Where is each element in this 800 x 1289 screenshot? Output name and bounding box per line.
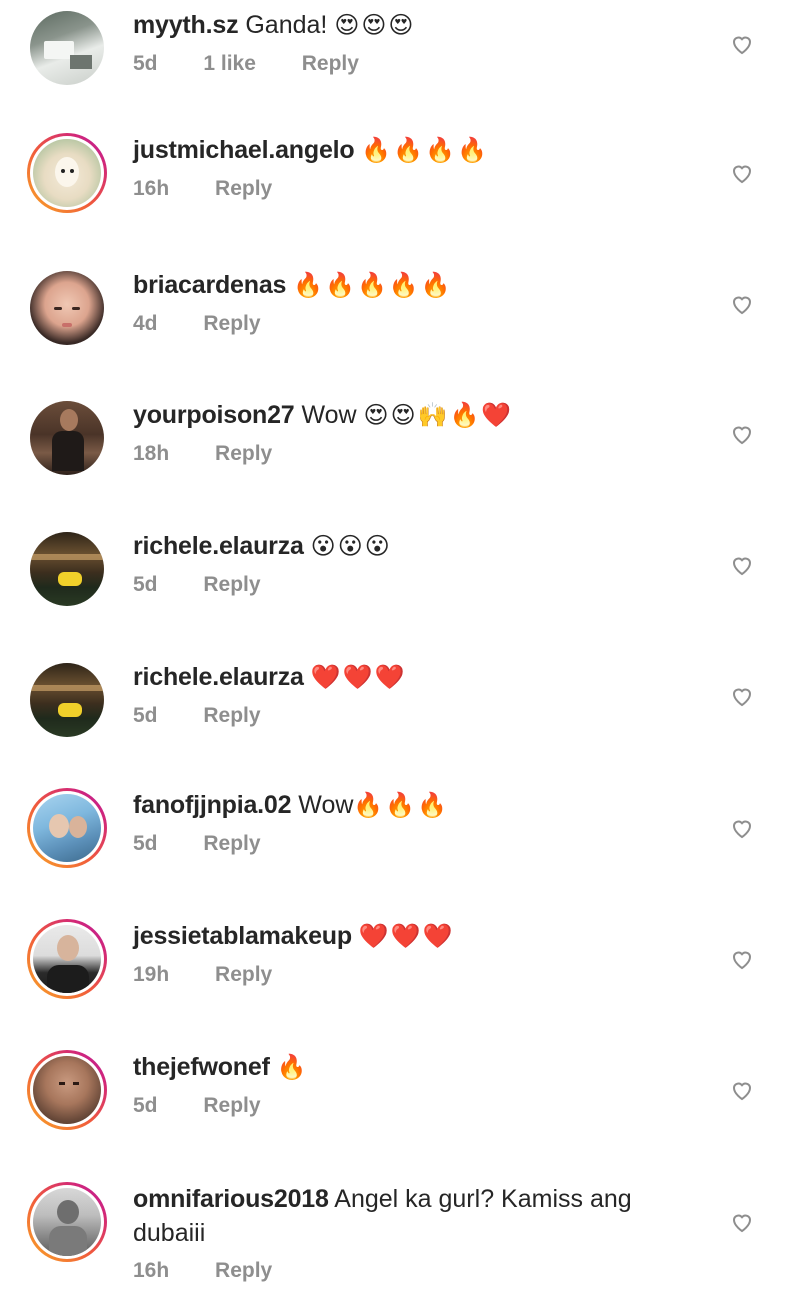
avatar[interactable] xyxy=(27,133,107,213)
comment-emoji: ❤️❤️❤️ xyxy=(310,664,407,691)
comment-text-continued: dubaiii xyxy=(133,1219,206,1247)
reply-button[interactable]: Reply xyxy=(215,1259,272,1282)
comment-emoji: ❤️❤️❤️ xyxy=(358,923,455,950)
avatar[interactable] xyxy=(27,398,107,478)
heart-icon[interactable] xyxy=(730,32,754,56)
reply-button[interactable]: Reply xyxy=(203,704,260,727)
comment-emoji: 🔥🔥🔥🔥🔥 xyxy=(293,272,453,299)
timestamp: 5d xyxy=(133,1094,158,1117)
avatar[interactable] xyxy=(27,1182,107,1262)
reply-button[interactable]: Reply xyxy=(215,442,272,465)
timestamp: 5d xyxy=(133,573,158,596)
username[interactable]: justmichael.angelo xyxy=(133,136,355,164)
heart-icon[interactable] xyxy=(730,684,754,708)
comments-list: myyth.sz Ganda! 😍😍😍 5d 1 like Reply just… xyxy=(0,0,800,1289)
comment-emoji: 🔥🔥🔥 xyxy=(353,792,450,819)
reply-button[interactable]: Reply xyxy=(203,573,260,596)
heart-icon[interactable] xyxy=(730,553,754,577)
avatar[interactable] xyxy=(27,788,107,868)
timestamp: 16h xyxy=(133,177,170,200)
reply-button[interactable]: Reply xyxy=(215,177,272,200)
comment-emoji: 🔥🔥🔥🔥 xyxy=(361,137,489,164)
comment-emoji: 😍😍🙌🔥❤️ xyxy=(363,402,514,429)
avatar[interactable] xyxy=(27,919,107,999)
avatar[interactable] xyxy=(27,268,107,348)
timestamp: 5d xyxy=(133,52,158,75)
username[interactable]: yourpoison27 xyxy=(133,401,295,429)
username[interactable]: thejefwonef xyxy=(133,1053,270,1081)
username[interactable]: fanofjjnpia.02 xyxy=(133,791,292,819)
username[interactable]: richele.elaurza xyxy=(133,532,304,560)
comment-text: Angel ka gurl? Kamiss ang xyxy=(334,1185,632,1213)
heart-icon[interactable] xyxy=(730,816,754,840)
comment-emoji: 🔥 xyxy=(276,1054,309,1081)
comment-text: Wow xyxy=(301,401,357,429)
like-count[interactable]: 1 like xyxy=(203,52,256,75)
reply-button[interactable]: Reply xyxy=(203,1094,260,1117)
username[interactable]: richele.elaurza xyxy=(133,663,304,691)
username[interactable]: jessietablamakeup xyxy=(133,922,352,950)
timestamp: 5d xyxy=(133,704,158,727)
username[interactable]: myyth.sz xyxy=(133,11,239,39)
username[interactable]: briacardenas xyxy=(133,271,286,299)
heart-icon[interactable] xyxy=(730,947,754,971)
reply-button[interactable]: Reply xyxy=(203,832,260,855)
timestamp: 19h xyxy=(133,963,170,986)
avatar[interactable] xyxy=(27,529,107,609)
reply-button[interactable]: Reply xyxy=(203,312,260,335)
heart-icon[interactable] xyxy=(730,1078,754,1102)
heart-icon[interactable] xyxy=(730,161,754,185)
comment-emoji: 😍😍😍 xyxy=(334,12,416,39)
username[interactable]: omnifarious2018 xyxy=(133,1185,329,1213)
avatar[interactable] xyxy=(27,8,107,88)
reply-button[interactable]: Reply xyxy=(302,52,359,75)
timestamp: 4d xyxy=(133,312,158,335)
heart-icon[interactable] xyxy=(730,292,754,316)
timestamp: 5d xyxy=(133,832,158,855)
heart-icon[interactable] xyxy=(730,422,754,446)
comment-text: Wow xyxy=(298,791,354,819)
avatar[interactable] xyxy=(27,660,107,740)
heart-icon[interactable] xyxy=(730,1210,754,1234)
timestamp: 18h xyxy=(133,442,170,465)
comment-emoji: 😮😮😮 xyxy=(310,533,392,560)
comment-text: Ganda! xyxy=(245,11,328,39)
reply-button[interactable]: Reply xyxy=(215,963,272,986)
timestamp: 16h xyxy=(133,1259,170,1282)
avatar[interactable] xyxy=(27,1050,107,1130)
